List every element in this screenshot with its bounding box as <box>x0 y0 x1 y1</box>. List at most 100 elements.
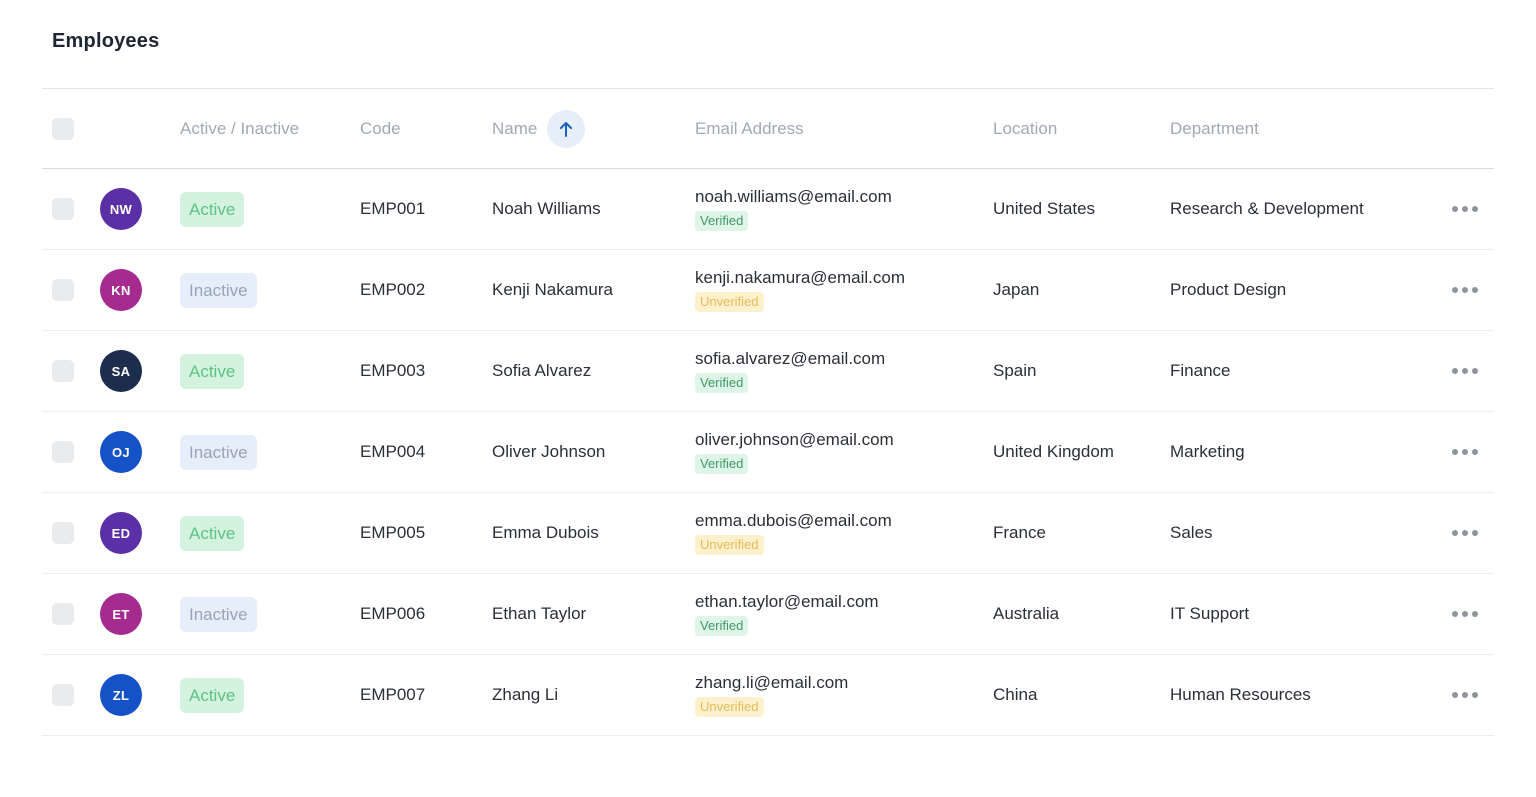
employee-code: EMP003 <box>360 361 426 380</box>
employee-name: Oliver Johnson <box>492 442 606 461</box>
email-cell: zhang.li@email.com Unverified <box>695 655 985 735</box>
row-checkbox[interactable] <box>52 198 74 220</box>
row-checkbox[interactable] <box>52 603 74 625</box>
row-checkbox[interactable] <box>52 684 74 706</box>
dot <box>1452 692 1458 698</box>
header-code[interactable]: Code <box>360 89 480 168</box>
status-cell: Active <box>180 331 340 411</box>
employee-email: zhang.li@email.com <box>695 673 849 693</box>
table-header-row: Active / Inactive Code Name Email Addres… <box>42 89 1494 169</box>
row-actions-cell <box>1447 493 1483 573</box>
employee-code: EMP005 <box>360 523 426 542</box>
status-cell: Inactive <box>180 412 340 492</box>
dot <box>1452 287 1458 293</box>
employee-name: Noah Williams <box>492 199 601 218</box>
row-actions-cell <box>1447 655 1483 735</box>
row-checkbox-cell <box>52 412 76 492</box>
avatar: NW <box>100 188 142 230</box>
employee-location: United States <box>993 199 1096 218</box>
employee-location: United Kingdom <box>993 442 1114 461</box>
avatar: KN <box>100 269 142 311</box>
dot <box>1452 206 1458 212</box>
more-horizontal-icon[interactable] <box>1452 368 1478 374</box>
more-horizontal-icon[interactable] <box>1452 287 1478 293</box>
employee-email: ethan.taylor@email.com <box>695 592 879 612</box>
row-actions-cell <box>1447 169 1483 249</box>
email-cell: noah.williams@email.com Verified <box>695 169 985 249</box>
row-checkbox-cell <box>52 655 76 735</box>
more-horizontal-icon[interactable] <box>1452 530 1478 536</box>
table-row[interactable]: ZL Active EMP007 Zhang Li zhang.li@email.com… <box>42 655 1494 736</box>
employee-department: Human Resources <box>1170 685 1311 704</box>
header-email[interactable]: Email Address <box>695 89 985 168</box>
header-status[interactable]: Active / Inactive <box>180 89 340 168</box>
dot <box>1452 611 1458 617</box>
row-checkbox[interactable] <box>52 441 74 463</box>
dot <box>1462 692 1468 698</box>
employee-department: Research & Development <box>1170 199 1364 218</box>
dot <box>1452 449 1458 455</box>
employee-email: oliver.johnson@email.com <box>695 430 894 450</box>
employee-location: Japan <box>993 280 1040 299</box>
dot <box>1472 449 1478 455</box>
more-horizontal-icon[interactable] <box>1452 611 1478 617</box>
dot <box>1472 611 1478 617</box>
sort-ascending-button[interactable] <box>547 109 586 148</box>
employee-name: Kenji Nakamura <box>492 280 613 299</box>
employee-email: noah.williams@email.com <box>695 187 892 207</box>
dot <box>1452 530 1458 536</box>
table-body: NW Active EMP001 Noah Williams noah.williams… <box>42 169 1494 736</box>
status-cell: Inactive <box>180 574 340 654</box>
status-cell: Inactive <box>180 250 340 330</box>
employee-code: EMP004 <box>360 442 426 461</box>
table-row[interactable]: SA Active EMP003 Sofia Alvarez sofia.alvarez… <box>42 331 1494 412</box>
avatar: ZL <box>100 674 142 716</box>
select-all-checkbox[interactable] <box>52 117 74 140</box>
row-checkbox-cell <box>52 574 76 654</box>
row-actions-cell <box>1447 331 1483 411</box>
row-checkbox[interactable] <box>52 522 74 544</box>
employee-code: EMP001 <box>360 199 426 218</box>
employee-email: sofia.alvarez@email.com <box>695 349 886 369</box>
dot <box>1472 287 1478 293</box>
table-row[interactable]: OJ Inactive EMP004 Oliver Johnson oliver.joh… <box>42 412 1494 493</box>
header-name[interactable]: Name <box>492 89 682 168</box>
row-checkbox-cell <box>52 250 76 330</box>
dot <box>1462 530 1468 536</box>
row-actions-cell <box>1447 412 1483 492</box>
employee-location: Australia <box>993 604 1060 623</box>
status-badge: Inactive <box>180 272 257 308</box>
table-row[interactable]: ED Active EMP005 Emma Dubois emma.dubois@ema… <box>42 493 1494 574</box>
employee-code: EMP006 <box>360 604 426 623</box>
arrow-up-icon <box>560 121 573 137</box>
more-horizontal-icon[interactable] <box>1452 692 1478 698</box>
employee-department: Marketing <box>1170 442 1245 461</box>
avatar: SA <box>100 350 142 392</box>
header-name-label[interactable]: Name <box>492 119 537 139</box>
employee-name: Sofia Alvarez <box>492 361 592 380</box>
avatar-cell: NW <box>100 169 144 249</box>
email-cell: sofia.alvarez@email.com Verified <box>695 331 985 411</box>
row-checkbox[interactable] <box>52 279 74 301</box>
more-horizontal-icon[interactable] <box>1452 449 1478 455</box>
table-row[interactable]: ET Inactive EMP006 Ethan Taylor ethan.taylor… <box>42 574 1494 655</box>
email-verification-badge: Unverified <box>695 534 764 555</box>
employee-name: Ethan Taylor <box>492 604 587 623</box>
table-row[interactable]: KN Inactive EMP002 Kenji Nakamura kenji.naka… <box>42 250 1494 331</box>
avatar-cell: ED <box>100 493 144 573</box>
avatar: ET <box>100 593 142 635</box>
avatar-cell: KN <box>100 250 144 330</box>
table-row[interactable]: NW Active EMP001 Noah Williams noah.williams… <box>42 169 1494 250</box>
employee-department: Product Design <box>1170 280 1287 299</box>
header-department[interactable]: Department <box>1170 89 1440 168</box>
status-badge: Active <box>180 353 245 389</box>
header-location[interactable]: Location <box>993 89 1163 168</box>
employee-location: France <box>993 523 1046 542</box>
more-horizontal-icon[interactable] <box>1452 206 1478 212</box>
row-checkbox[interactable] <box>52 360 74 382</box>
employee-department: Sales <box>1170 523 1213 542</box>
email-verification-badge: Verified <box>695 615 749 636</box>
dot <box>1472 530 1478 536</box>
email-cell: oliver.johnson@email.com Verified <box>695 412 985 492</box>
avatar-cell: ET <box>100 574 144 654</box>
